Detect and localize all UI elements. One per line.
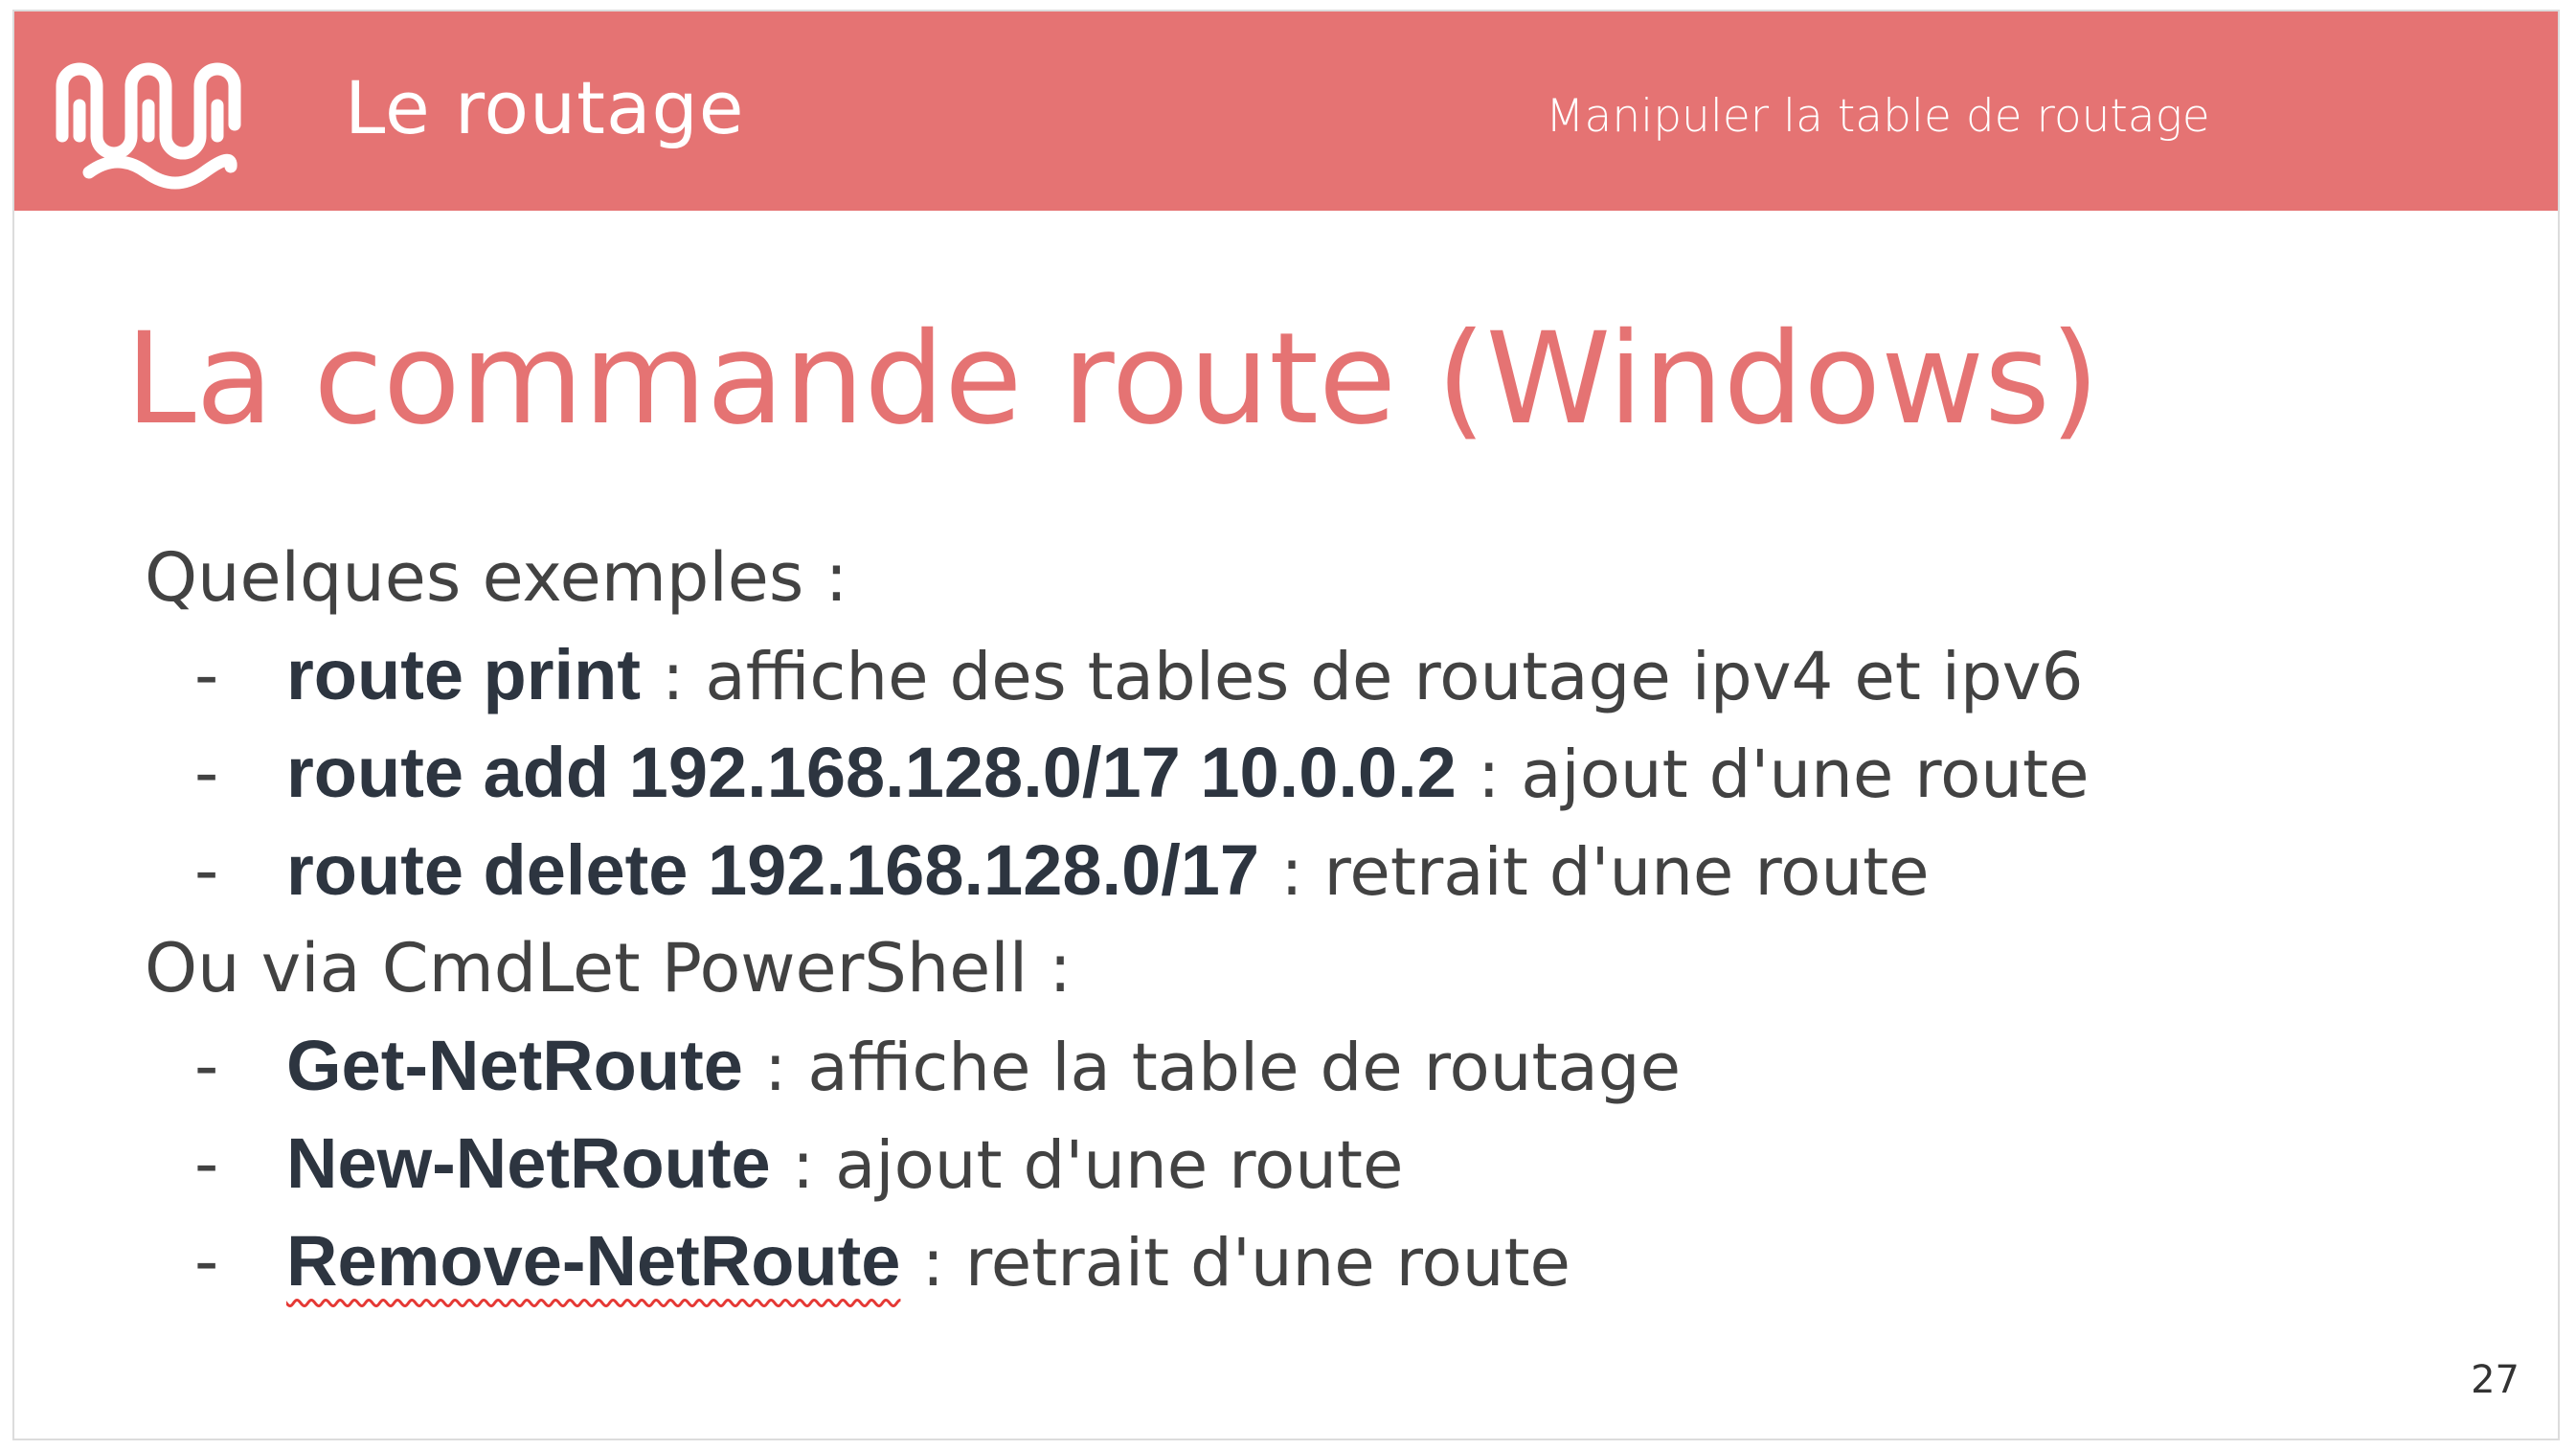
command-text: Get-NetRoute — [286, 1026, 743, 1105]
bullet-dash: - — [194, 1027, 219, 1105]
slide: Le routage Manipuler la table de routage… — [12, 10, 2560, 1440]
list-item: - route delete 192.168.128.0/17 : retrai… — [145, 822, 2443, 919]
command-description: : affiche des tables de routage ipv4 et … — [662, 639, 2084, 715]
bullet-dash: - — [194, 734, 219, 812]
command-description: : affiche la table de routage — [764, 1030, 1682, 1106]
header-section-title: Manipuler la table de routage — [1546, 90, 2210, 143]
command-text: route add 192.168.128.0/17 10.0.0.2 — [286, 733, 1457, 812]
bullet-dash: - — [194, 1124, 219, 1203]
list-item: - route add 192.168.128.0/17 10.0.0.2 : … — [145, 724, 2443, 822]
command-text: route print — [286, 635, 641, 714]
list-item: - Get-NetRoute : affiche la table de rou… — [145, 1017, 2443, 1115]
command-text: New-NetRoute — [286, 1123, 771, 1203]
intro-route-examples: Quelques exemples : — [145, 538, 848, 617]
slide-header: Le routage Manipuler la table de routage — [14, 11, 2558, 211]
list-item: - New-NetRoute : ajout d'une route — [145, 1115, 2443, 1212]
intro-powershell: Ou via CmdLet PowerShell : — [145, 929, 1073, 1008]
list-item: - Remove-NetRoute : retrait d'une route — [145, 1212, 2443, 1310]
command-description: : ajout d'une route — [1478, 736, 2090, 813]
command-text: route delete 192.168.128.0/17 — [286, 830, 1260, 910]
wave-logo-icon — [56, 62, 241, 190]
command-description: : retrait d'une route — [921, 1225, 1570, 1302]
command-text: Remove-NetRoute — [286, 1221, 901, 1301]
slide-body: Quelques exemples : - route print : affi… — [145, 529, 2443, 1310]
page-number: 27 — [2471, 1358, 2520, 1402]
command-description: : ajout d'une route — [791, 1127, 1404, 1204]
slide-title: La commande route (Windows) — [125, 306, 2100, 453]
bullet-dash: - — [194, 1222, 219, 1301]
list-item: - route print : affiche des tables de ro… — [145, 626, 2443, 724]
header-title: Le routage — [345, 65, 745, 150]
bullet-dash: - — [194, 636, 219, 714]
command-description: : retrait d'une route — [1280, 834, 1930, 911]
bullet-dash: - — [194, 831, 219, 910]
